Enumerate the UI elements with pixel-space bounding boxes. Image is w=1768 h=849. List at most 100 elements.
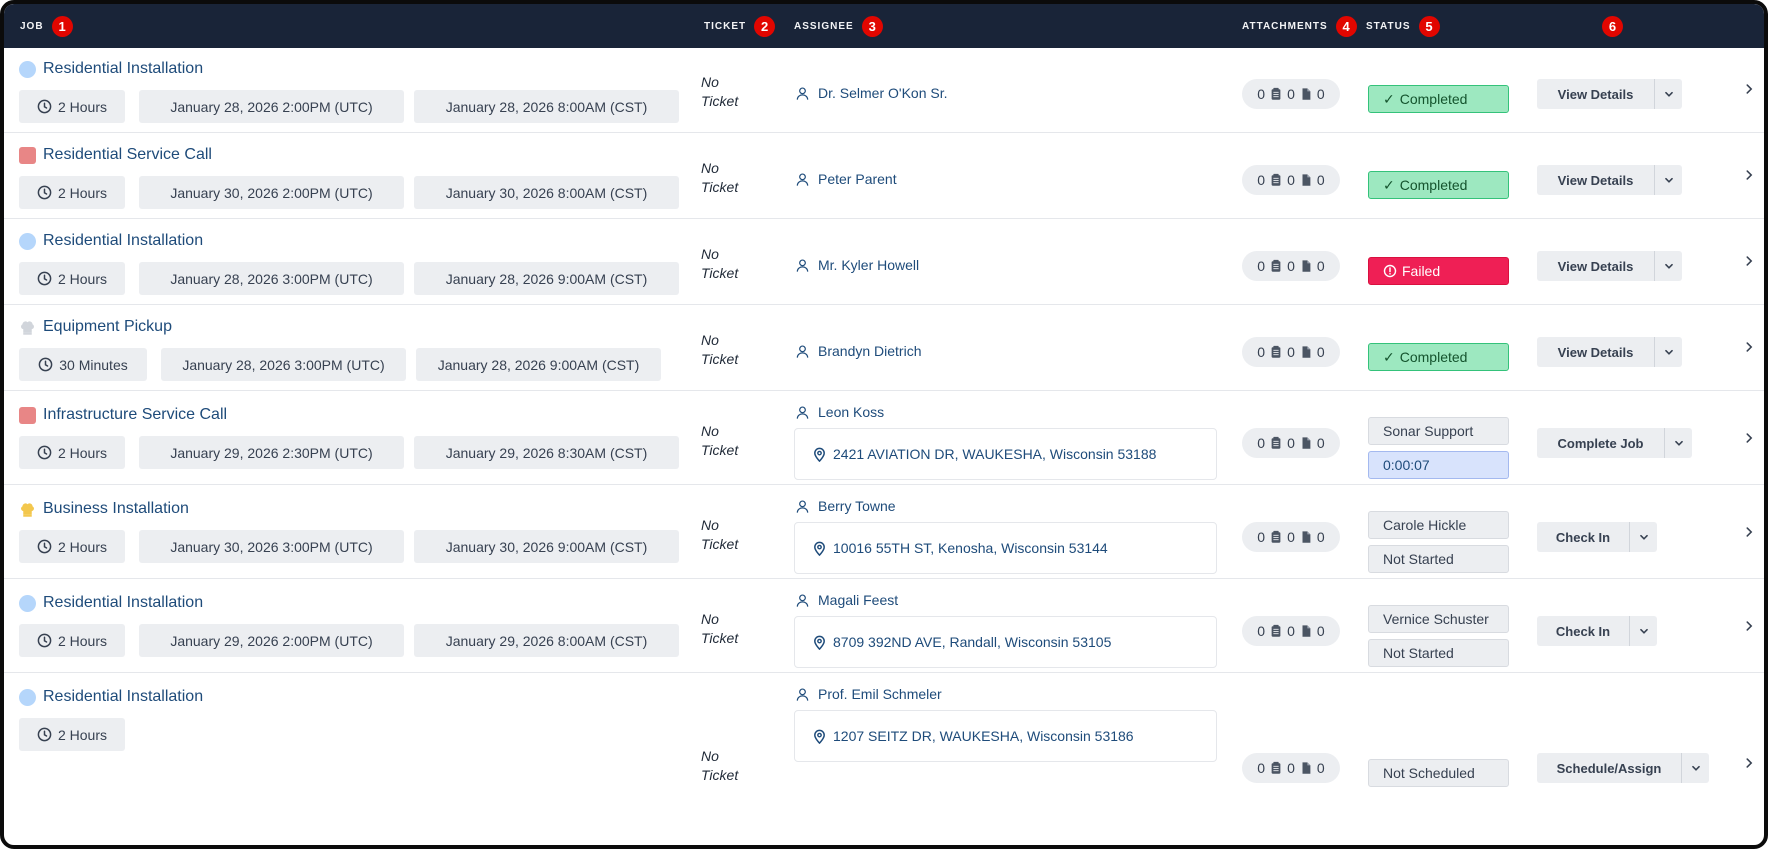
chevron-right-icon[interactable] (1742, 619, 1756, 638)
file-count: 0 (1316, 435, 1325, 451)
attachments-counter[interactable]: 0 0 0 (1242, 753, 1340, 783)
ticket-line-1: No (701, 748, 719, 764)
status-secondary-text: Not Started (1383, 551, 1454, 567)
action-split-button[interactable]: Check In (1537, 522, 1657, 552)
ticket-line-2: Ticket (701, 351, 739, 367)
check-icon: ✓ (1383, 348, 1395, 365)
action-button[interactable]: View Details (1537, 337, 1654, 367)
attachments-counter[interactable]: 0 0 0 (1242, 79, 1340, 109)
action-button[interactable]: View Details (1537, 165, 1654, 195)
action-split-button[interactable]: View Details (1537, 79, 1682, 109)
header-badge-1: 1 (51, 15, 73, 37)
table-row[interactable]: Residential Installation 2 Hours No Ticket P… (4, 673, 1764, 845)
header-assignee[interactable]: ASSIGNEE 3 (794, 4, 883, 48)
time-utc: January 28, 2026 3:00PM (UTC) (139, 262, 404, 295)
action-split-button[interactable]: View Details (1537, 165, 1682, 195)
attachments-counter[interactable]: 0 0 0 (1242, 251, 1340, 281)
file-icon (1299, 345, 1313, 359)
table-row[interactable]: Infrastructure Service Call 2 Hours Januar… (4, 391, 1764, 485)
chevron-down-icon[interactable] (1629, 522, 1657, 552)
table-row[interactable]: Equipment Pickup 30 Minutes January 28, 20… (4, 305, 1764, 391)
job-title[interactable]: Business Installation (19, 500, 189, 518)
header-job[interactable]: JOB 1 (20, 4, 73, 48)
chevron-right-icon[interactable] (1742, 82, 1756, 101)
chevron-down-icon[interactable] (1654, 337, 1682, 367)
job-title[interactable]: Equipment Pickup (19, 318, 172, 336)
assignee[interactable]: Dr. Selmer O'Kon Sr. (795, 85, 948, 101)
address-box[interactable]: 10016 55TH ST, Kenosha, Wisconsin 53144 (794, 522, 1217, 574)
chevron-down-icon[interactable] (1654, 165, 1682, 195)
action-split-button[interactable]: Schedule/Assign (1537, 753, 1709, 783)
header-ticket[interactable]: TICKET 2 (704, 4, 776, 48)
chevron-right-icon[interactable] (1742, 756, 1756, 775)
duration-pill: 2 Hours (19, 90, 125, 123)
chevron-right-icon[interactable] (1742, 168, 1756, 187)
duration-pill: 2 Hours (19, 262, 125, 295)
file-icon (1299, 530, 1313, 544)
table-row[interactable]: Residential Service Call 2 Hours January 3… (4, 133, 1764, 219)
chevron-down-icon[interactable] (1681, 753, 1709, 783)
action-button[interactable]: Schedule/Assign (1537, 753, 1681, 783)
status-badge: Carole Hickle (1368, 511, 1509, 539)
action-split-button[interactable]: Complete Job (1537, 428, 1692, 458)
table-row[interactable]: Residential Installation 2 Hours January 2… (4, 219, 1764, 305)
ticket-line-1: No (701, 611, 719, 627)
action-split-button[interactable]: View Details (1537, 251, 1682, 281)
assignee[interactable]: Brandyn Dietrich (795, 343, 922, 359)
action-split-button[interactable]: Check In (1537, 616, 1657, 646)
address-box[interactable]: 1207 SEITZ DR, WAUKESHA, Wisconsin 53186 (794, 710, 1217, 762)
person-icon (795, 258, 810, 273)
attachments-counter[interactable]: 0 0 0 (1242, 522, 1340, 552)
job-title[interactable]: Infrastructure Service Call (19, 406, 227, 424)
chevron-right-icon[interactable] (1742, 431, 1756, 450)
action-button[interactable]: Check In (1537, 616, 1629, 646)
assignee[interactable]: Peter Parent (795, 171, 897, 187)
ticket-cell: No Ticket (701, 610, 738, 648)
assignee[interactable]: Leon Koss (795, 404, 884, 420)
chevron-right-icon[interactable] (1742, 525, 1756, 544)
assignee[interactable]: Berry Towne (795, 498, 896, 514)
location-pin-icon (812, 447, 827, 462)
action-button[interactable]: Complete Job (1537, 428, 1664, 458)
job-title[interactable]: Residential Installation (19, 232, 203, 250)
ticket-line-2: Ticket (701, 179, 739, 195)
attachments-counter[interactable]: 0 0 0 (1242, 428, 1340, 458)
chevron-right-icon[interactable] (1742, 340, 1756, 359)
table-row[interactable]: Business Installation 2 Hours January 30, … (4, 485, 1764, 579)
attachment-count: 0 (1257, 760, 1266, 776)
address-box[interactable]: 2421 AVIATION DR, WAUKESHA, Wisconsin 53… (794, 428, 1217, 480)
chevron-down-icon[interactable] (1654, 251, 1682, 281)
attachments-counter[interactable]: 0 0 0 (1242, 165, 1340, 195)
chevron-down-icon[interactable] (1664, 428, 1692, 458)
job-title[interactable]: Residential Service Call (19, 146, 212, 164)
action-button[interactable]: View Details (1537, 251, 1654, 281)
header-status[interactable]: STATUS 5 (1366, 4, 1440, 48)
attachments-counter[interactable]: 0 0 0 (1242, 616, 1340, 646)
action-button[interactable]: Check In (1537, 522, 1629, 552)
attachment-count: 0 (1257, 344, 1266, 360)
attachments-counter[interactable]: 0 0 0 (1242, 337, 1340, 367)
assignee[interactable]: Mr. Kyler Howell (795, 257, 919, 273)
action-split-button[interactable]: View Details (1537, 337, 1682, 367)
address-box[interactable]: 8709 392ND AVE, Randall, Wisconsin 53105 (794, 616, 1217, 668)
time-local: January 28, 2026 9:00AM (CST) (416, 348, 661, 381)
time-local-label: January 30, 2026 9:00AM (CST) (445, 538, 648, 555)
table-row[interactable]: Residential Installation 2 Hours January 2… (4, 47, 1764, 133)
notes-count: 0 (1287, 435, 1295, 451)
job-title[interactable]: Residential Installation (19, 688, 203, 706)
chevron-right-icon[interactable] (1742, 254, 1756, 273)
table-row[interactable]: Residential Installation 2 Hours January 2… (4, 579, 1764, 673)
chevron-down-icon[interactable] (1629, 616, 1657, 646)
chevron-down-icon[interactable] (1654, 79, 1682, 109)
job-title[interactable]: Residential Installation (19, 60, 203, 78)
status-badge: Sonar Support (1368, 417, 1509, 445)
header-attachments[interactable]: ATTACHMENTS 4 (1242, 4, 1357, 48)
action-button[interactable]: View Details (1537, 79, 1654, 109)
assignee[interactable]: Prof. Emil Schmeler (795, 686, 942, 702)
red-square-icon (19, 406, 36, 424)
job-title[interactable]: Residential Installation (19, 594, 203, 612)
assignee[interactable]: Magali Feest (795, 592, 898, 608)
assignee-name: Leon Koss (818, 404, 885, 420)
notes-count: 0 (1287, 258, 1295, 274)
file-icon (1299, 259, 1313, 273)
